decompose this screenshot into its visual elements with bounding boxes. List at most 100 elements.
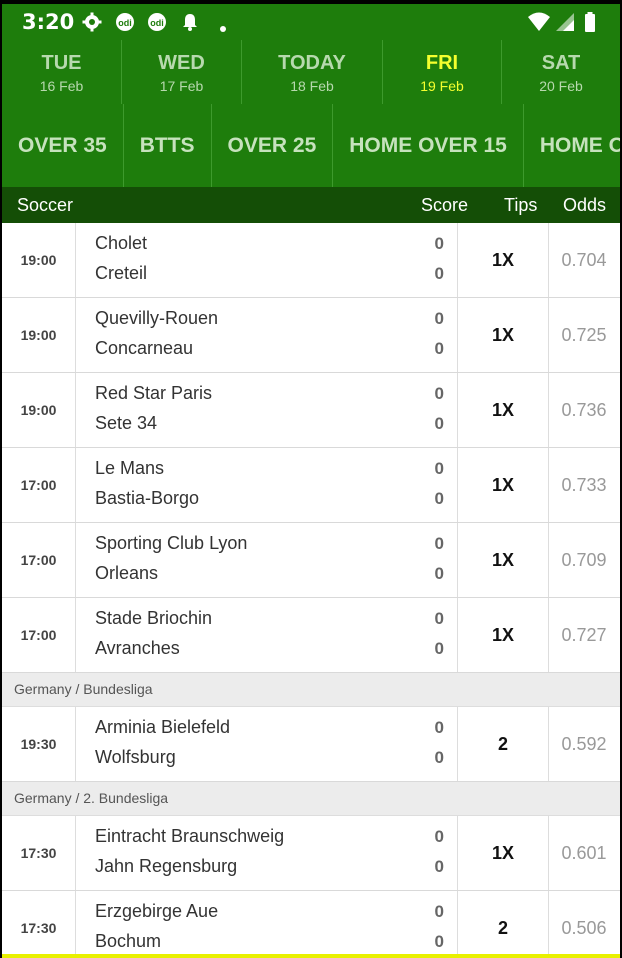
date-tab-date: 16 Feb — [39, 78, 84, 94]
date-tab-date: 18 Feb — [290, 78, 334, 94]
home-score: 0 — [434, 309, 444, 328]
home-score: 0 — [434, 384, 444, 403]
date-tab-day: TODAY — [278, 52, 346, 74]
odds-value: 0.592 — [561, 734, 607, 754]
date-tab-sat[interactable]: SAT 20 Feb — [502, 40, 620, 104]
odds-value: 0.601 — [561, 843, 607, 863]
tip: 1X — [457, 448, 549, 522]
app-notification-icon: odi — [114, 12, 136, 37]
date-tab-day: WED — [158, 52, 205, 74]
tip: 1X — [457, 598, 549, 672]
match-time: 17:00 — [2, 598, 76, 672]
home-team: Le Mans — [95, 458, 165, 478]
date-tabs: TUE 16 Feb WED 17 Feb TODAY 18 Feb FRI 1… — [2, 40, 620, 104]
date-tab-day: SAT — [541, 52, 581, 74]
home-team: Sporting Club Lyon — [95, 533, 248, 553]
match-time: 17:00 — [2, 523, 76, 597]
match-row[interactable]: 17:00 Sporting Club Lyon Orleans 0 0 1X 0.709 — [2, 523, 620, 598]
odds-value: 0.727 — [561, 625, 607, 645]
date-tab-fri[interactable]: FRI 19 Feb — [383, 40, 502, 104]
match-time: 17:30 — [2, 816, 76, 890]
app-screen: 3:20 odi odi TUE 16 Feb WED 17 Feb TODAY… — [2, 4, 620, 958]
odds-value: 0.506 — [561, 918, 607, 938]
svg-text:odi: odi — [118, 18, 132, 28]
date-tab-tue[interactable]: TUE 16 Feb — [2, 40, 122, 104]
date-tab-day: TUE — [41, 52, 82, 74]
away-team: Orleans — [95, 563, 159, 583]
header-score: Score — [421, 195, 469, 215]
match-row[interactable]: 17:00 Stade Briochin Avranches 0 0 1X 0.727 — [2, 598, 620, 673]
away-score: 0 — [434, 489, 444, 508]
away-team: Bochum — [95, 931, 162, 951]
category-tabs: OVER 35BTTSOVER 25HOME OVER 15HOME OVER … — [2, 104, 620, 187]
home-team: Quevilly-Rouen — [95, 308, 219, 328]
away-team: Bastia-Borgo — [95, 488, 200, 508]
match-time: 19:30 — [2, 707, 76, 781]
match-row[interactable]: 19:30 Arminia Bielefeld Wolfsburg 0 0 2 0.592 — [2, 707, 620, 782]
settings-icon — [82, 12, 102, 37]
date-tab-date: 19 Feb — [420, 78, 464, 94]
app-notification-icon-2: odi — [146, 12, 168, 37]
status-bar: 3:20 odi odi — [2, 4, 620, 40]
odds-value: 0.704 — [561, 250, 607, 270]
match-row[interactable]: 17:30 Erzgebirge Aue Bochum 0 0 2 0.506 — [2, 891, 620, 958]
home-score: 0 — [434, 902, 444, 921]
match-row[interactable]: 19:00 Quevilly-Rouen Concarneau 0 0 1X 0.725 — [2, 298, 620, 373]
away-score: 0 — [434, 264, 444, 283]
category-tab-over35[interactable]: OVER 35 — [2, 104, 124, 187]
wifi-icon — [527, 12, 551, 37]
home-score: 0 — [434, 718, 444, 737]
match-row[interactable]: 17:00 Le Mans Bastia-Borgo 0 0 1X 0.733 — [2, 448, 620, 523]
date-tab-day: FRI — [425, 52, 459, 74]
date-tab-today[interactable]: TODAY 18 Feb — [242, 40, 383, 104]
home-team: Cholet — [95, 233, 148, 253]
home-team: Stade Briochin — [95, 608, 213, 628]
category-tab-over25[interactable]: OVER 25 — [212, 104, 334, 187]
battery-icon — [584, 12, 596, 37]
away-score: 0 — [434, 932, 444, 951]
bell-icon — [181, 12, 199, 37]
tip: 2 — [457, 707, 549, 781]
home-team: Eintracht Braunschweig — [95, 826, 285, 846]
away-score: 0 — [434, 639, 444, 658]
away-score: 0 — [434, 748, 444, 767]
category-tab-home-over15[interactable]: HOME OVER 15 — [333, 104, 524, 187]
date-tab-date: 17 Feb — [159, 78, 204, 94]
match-list: 19:00 Cholet Creteil 0 0 1X 0.704 19:00 Quevilly… — [2, 223, 620, 958]
bottom-strip — [2, 954, 620, 958]
league-header: Germany / 2. Bundesliga — [2, 782, 620, 816]
away-team: Wolfsburg — [95, 747, 176, 767]
away-score: 0 — [434, 564, 444, 583]
away-score: 0 — [434, 339, 444, 358]
tip: 1X — [457, 816, 549, 890]
date-tab-date: 20 Feb — [539, 78, 583, 94]
home-score: 0 — [434, 534, 444, 553]
home-score: 0 — [434, 609, 444, 628]
away-team: Creteil — [95, 263, 148, 283]
home-team: Red Star Paris — [95, 383, 213, 403]
tip: 1X — [457, 298, 549, 372]
match-row[interactable]: 19:00 Red Star Paris Sete 34 0 0 1X 0.736 — [2, 373, 620, 448]
home-team: Arminia Bielefeld — [95, 717, 231, 737]
header-odds: Odds — [563, 195, 607, 215]
match-time: 17:30 — [2, 891, 76, 958]
date-tab-wed[interactable]: WED 17 Feb — [122, 40, 242, 104]
odds-value: 0.733 — [561, 475, 607, 495]
table-header: Soccer Score Tips Odds — [2, 187, 620, 223]
tip: 1X — [457, 523, 549, 597]
league-header: Germany / Bundesliga — [2, 673, 620, 707]
match-row[interactable]: 17:30 Eintracht Braunschweig Jahn Regensbu… — [2, 816, 620, 891]
header-sport: Soccer — [17, 195, 74, 215]
tip: 2 — [457, 891, 549, 958]
category-tab-btts[interactable]: BTTS — [124, 104, 212, 187]
match-row[interactable]: 19:00 Cholet Creteil 0 0 1X 0.704 — [2, 223, 620, 298]
svg-text:odi: odi — [150, 18, 164, 28]
home-score: 0 — [434, 459, 444, 478]
category-tab-home-over05[interactable]: HOME OVER 05 — [524, 104, 620, 187]
away-team: Sete 34 — [95, 413, 158, 433]
signal-icon — [555, 12, 575, 37]
away-score: 0 — [434, 857, 444, 876]
away-score: 0 — [434, 414, 444, 433]
odds-value: 0.709 — [561, 550, 607, 570]
odds-value: 0.725 — [561, 325, 607, 345]
